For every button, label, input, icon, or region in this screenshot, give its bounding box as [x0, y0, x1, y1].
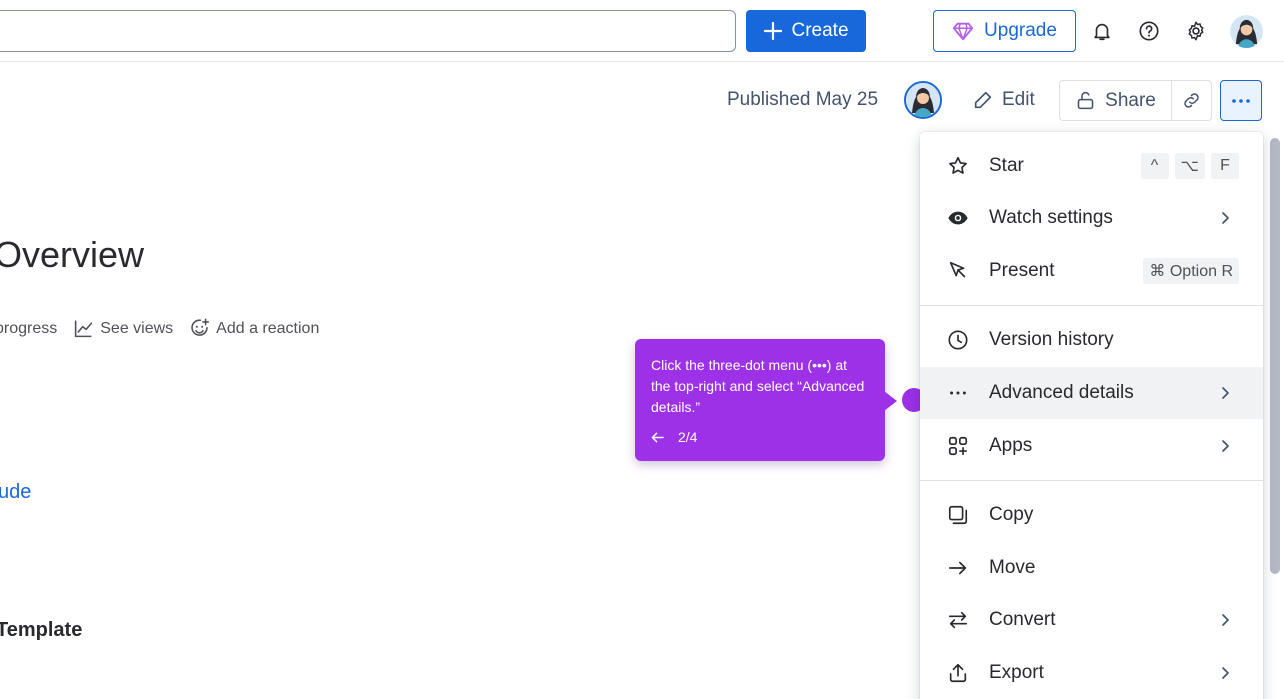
progress-label: progress — [0, 319, 58, 337]
edit-button[interactable]: Edit — [972, 82, 1035, 118]
chevron-right-icon — [1217, 210, 1233, 226]
help-icon — [1139, 21, 1159, 41]
content-link[interactable]: ude — [0, 481, 31, 504]
menu-item-label: Convert — [989, 609, 1056, 630]
more-actions-button[interactable] — [1220, 80, 1262, 121]
menu-item-star[interactable]: Star ^ ⌥ F — [920, 140, 1263, 192]
copy-icon — [946, 503, 970, 527]
menu-item-advanced-details[interactable]: Advanced details — [920, 367, 1263, 419]
chevron-right-icon — [1217, 665, 1233, 681]
chevron-right-icon — [1217, 438, 1233, 454]
copy-link-button[interactable] — [1172, 81, 1211, 120]
shortcut-key: ^ — [1140, 153, 1169, 179]
more-dots-icon — [946, 381, 970, 405]
plus-icon — [764, 21, 783, 41]
pencil-icon — [974, 91, 992, 109]
edit-button-label: Edit — [1002, 89, 1035, 110]
arrow-left-icon[interactable] — [651, 431, 664, 444]
author-avatar[interactable] — [904, 81, 942, 119]
published-date: Published May 25 — [727, 89, 879, 110]
menu-item-label: Copy — [989, 504, 1034, 525]
shortcut-key: F — [1211, 153, 1239, 179]
gem-icon — [952, 22, 974, 41]
share-button[interactable]: Share — [1060, 81, 1172, 120]
keyboard-shortcut: ^ ⌥ F — [1140, 153, 1239, 179]
add-reaction-button[interactable]: Add a reaction — [189, 318, 319, 339]
menu-item-copy[interactable]: Copy — [920, 489, 1263, 541]
tooltip-footer: 2/4 — [651, 429, 697, 445]
create-button[interactable]: Create — [746, 10, 866, 52]
chevron-right-icon — [1217, 385, 1233, 401]
page-scrollbar[interactable] — [1270, 138, 1280, 574]
share-button-group: Share — [1059, 80, 1212, 121]
page-meta-row: progress See views Add a reaction — [0, 318, 319, 339]
menu-item-label: Export — [989, 662, 1044, 683]
section-heading: Template — [0, 619, 83, 641]
arrow-right-icon — [946, 556, 970, 580]
shortcut-key: ⌥ — [1174, 153, 1205, 179]
menu-item-label: Advanced details — [989, 382, 1134, 403]
top-navigation-bar: Create Upgrade — [0, 0, 1284, 62]
menu-item-apps[interactable]: Apps — [920, 420, 1263, 472]
page-title: Overview — [0, 234, 145, 275]
eye-icon — [946, 206, 970, 230]
menu-item-convert[interactable]: Convert — [920, 594, 1263, 646]
menu-item-label: Watch settings — [989, 207, 1113, 228]
lock-open-icon — [1077, 91, 1094, 110]
emoji-add-icon — [191, 318, 210, 336]
bell-icon — [1094, 23, 1110, 41]
tooltip-step-counter: 2/4 — [678, 429, 698, 445]
menu-item-version-history[interactable]: Version history — [920, 314, 1263, 366]
menu-divider — [920, 305, 1263, 306]
convert-icon — [946, 608, 970, 632]
apps-icon — [946, 434, 970, 458]
help-button[interactable] — [1134, 16, 1164, 46]
search-input[interactable] — [0, 10, 736, 52]
present-pointer-icon — [946, 259, 970, 283]
create-button-label: Create — [791, 20, 849, 41]
see-views-button[interactable]: See views — [73, 318, 173, 339]
settings-button[interactable] — [1181, 16, 1211, 46]
export-icon — [946, 661, 970, 685]
menu-item-move[interactable]: Move — [920, 542, 1263, 594]
tooltip-pointer — [884, 391, 897, 411]
menu-item-label: Move — [989, 557, 1036, 578]
upgrade-button[interactable]: Upgrade — [933, 10, 1076, 52]
keyboard-shortcut: ⌘ Option R — [1143, 258, 1239, 284]
more-dots-icon — [1232, 98, 1250, 103]
menu-item-label: Apps — [989, 435, 1033, 456]
menu-divider — [920, 480, 1263, 481]
menu-item-label: Star — [989, 155, 1024, 176]
clock-icon — [946, 328, 970, 352]
share-button-label: Share — [1105, 89, 1156, 111]
menu-item-label: Version history — [989, 329, 1114, 350]
star-icon — [946, 154, 970, 178]
link-icon — [1184, 93, 1199, 108]
tooltip-text: Click the three-dot menu (•••) at the to… — [651, 357, 865, 415]
chart-line-icon — [75, 320, 93, 338]
see-views-label: See views — [100, 319, 174, 337]
gear-icon — [1188, 21, 1204, 41]
upgrade-button-label: Upgrade — [984, 20, 1057, 41]
shortcut-key: ⌘ Option R — [1143, 258, 1239, 284]
menu-item-present[interactable]: Present ⌘ Option R — [920, 245, 1263, 297]
menu-item-watch-settings[interactable]: Watch settings — [920, 192, 1263, 244]
add-reaction-label: Add a reaction — [216, 319, 320, 337]
user-avatar[interactable] — [1230, 15, 1263, 48]
chevron-right-icon — [1217, 612, 1233, 628]
notifications-button[interactable] — [1087, 16, 1117, 46]
menu-item-label: Present — [989, 260, 1055, 281]
walkthrough-tooltip: Click the three-dot menu (•••) at the to… — [635, 339, 885, 461]
more-actions-menu: Star ^ ⌥ F Watch settings Present ⌘ Opti… — [920, 132, 1263, 699]
menu-item-export[interactable]: Export — [920, 647, 1263, 699]
